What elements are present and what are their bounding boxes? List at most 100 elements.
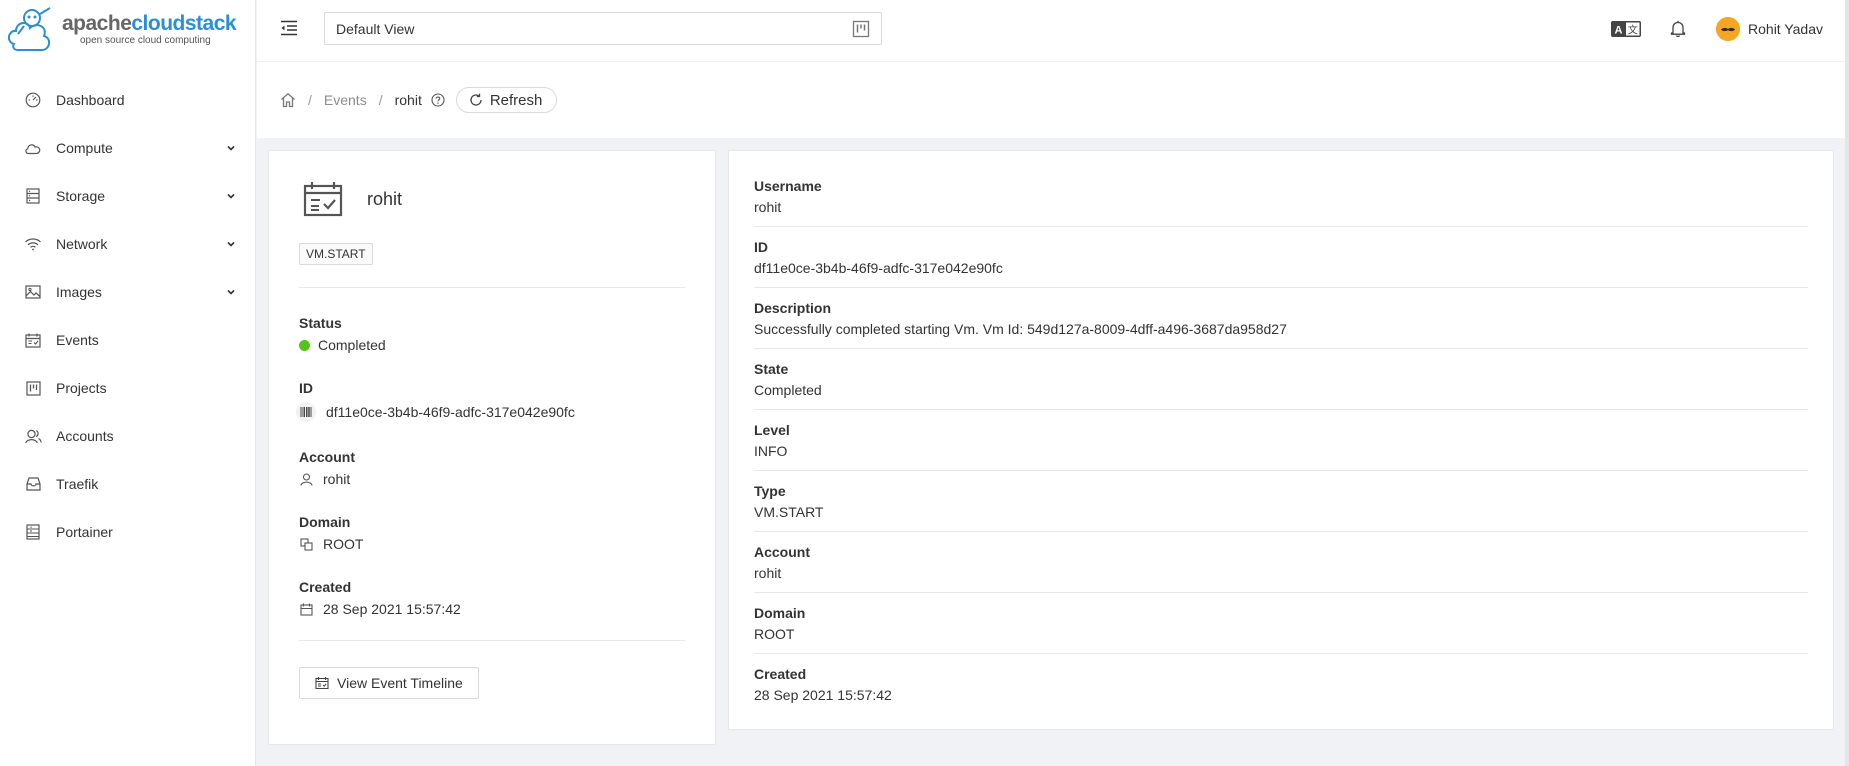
id-label: ID	[299, 380, 313, 396]
dashboard-icon	[24, 91, 42, 109]
status-field: Status Completed	[299, 315, 685, 353]
account-value[interactable]: rohit	[323, 471, 350, 487]
view-event-timeline-button[interactable]: View Event Timeline	[299, 667, 479, 699]
detail-value: INFO	[754, 443, 788, 459]
team-icon	[24, 427, 42, 445]
breadcrumb-separator: /	[378, 92, 383, 108]
detail-value: ROOT	[754, 626, 795, 642]
sidebar-item-storage[interactable]: Storage	[0, 176, 255, 216]
sidebar-item-dashboard[interactable]: Dashboard	[0, 80, 255, 120]
detail-label: Username	[754, 178, 822, 194]
status-value: Completed	[318, 337, 386, 353]
detail-label: State	[754, 361, 789, 377]
schedule-icon	[24, 331, 42, 349]
header-actions: A文 Rohit Yadav	[1590, 0, 1823, 58]
divider	[299, 640, 685, 641]
database-icon	[24, 187, 42, 205]
question-circle-icon[interactable]	[431, 93, 445, 107]
picture-icon	[24, 283, 42, 301]
created-label: Created	[299, 579, 352, 595]
detail-label: Domain	[754, 605, 806, 621]
chevron-down-icon	[227, 193, 235, 199]
breadcrumb: / Events / rohit Refresh	[257, 62, 1845, 138]
avatar	[1716, 17, 1741, 41]
translate-button[interactable]: A文	[1610, 17, 1642, 41]
sidebar-item-images[interactable]: Images	[0, 272, 255, 312]
resource-header: rohit	[299, 181, 685, 217]
cloudstack-monkey-logo-icon	[8, 7, 51, 51]
user-menu[interactable]: Rohit Yadav	[1716, 17, 1823, 41]
project-view-select[interactable]: Default View	[324, 12, 882, 45]
resource-summary-card: rohit VM.START Status Completed ID df11e…	[268, 150, 716, 745]
status-label: Status	[299, 315, 342, 331]
refresh-button[interactable]: Refresh	[455, 87, 558, 113]
created-field: Created 28 Sep 2021 15:57:42	[299, 579, 685, 617]
schedule-icon	[315, 677, 329, 689]
inbox-icon	[24, 475, 42, 493]
sidebar-item-label: Accounts	[56, 428, 114, 444]
detail-value: Completed	[754, 382, 822, 398]
user-name: Rohit Yadav	[1748, 21, 1823, 37]
account-field: Account rohit	[299, 449, 685, 487]
domain-value[interactable]: ROOT	[323, 536, 363, 552]
project-icon	[24, 379, 42, 397]
sidebar-item-label: Traefik	[56, 476, 99, 492]
sidebar-item-label: Projects	[56, 380, 107, 396]
sidebar-item-label: Portainer	[56, 524, 113, 540]
sidebar-item-traefik[interactable]: Traefik	[0, 464, 255, 504]
sidebar-item-label: Images	[56, 284, 102, 300]
details-card: Username rohit ID df11e0ce-3b4b-46f9-adf…	[728, 150, 1834, 730]
sidebar-menu: Dashboard Compute Storage Network Images…	[0, 80, 255, 552]
sidebar-item-compute[interactable]: Compute	[0, 128, 255, 168]
calendar-icon	[299, 602, 313, 616]
detail-value: 28 Sep 2021 15:57:42	[754, 687, 892, 703]
detail-row-domain: Domain ROOT	[754, 603, 1808, 654]
bell-icon	[1670, 20, 1686, 38]
breadcrumb-events-link[interactable]: Events	[324, 92, 367, 108]
detail-row-level: Level INFO	[754, 420, 1808, 471]
logo[interactable]: apachecloudstack open source cloud compu…	[0, 0, 255, 60]
detail-row-description: Description Successfully completed start…	[754, 298, 1808, 349]
sidebar-item-network[interactable]: Network	[0, 224, 255, 264]
menu-fold-button[interactable]	[279, 18, 301, 40]
user-icon	[299, 472, 313, 486]
detail-row-account: Account rohit	[754, 542, 1808, 593]
project-view-value: Default View	[336, 20, 415, 37]
barcode-icon[interactable]	[296, 402, 316, 422]
container-icon	[24, 523, 42, 541]
event-type-tag: VM.START	[299, 243, 373, 265]
sidebar-item-label: Compute	[56, 140, 113, 156]
notifications-button[interactable]	[1662, 17, 1694, 41]
wifi-icon	[24, 235, 42, 253]
view-event-timeline-label: View Event Timeline	[337, 675, 463, 691]
created-value: 28 Sep 2021 15:57:42	[323, 601, 461, 617]
sidebar-item-label: Storage	[56, 188, 106, 204]
detail-value: Successfully completed starting Vm. Vm I…	[754, 321, 1287, 337]
detail-row-username: Username rohit	[754, 176, 1808, 227]
domain-field: Domain ROOT	[299, 514, 685, 552]
sidebar-item-events[interactable]: Events	[0, 320, 255, 360]
schedule-icon	[303, 182, 343, 217]
detail-value: rohit	[754, 565, 782, 581]
scrollbar[interactable]	[1845, 0, 1849, 766]
id-value: df11e0ce-3b4b-46f9-adfc-317e042e90fc	[326, 404, 575, 420]
breadcrumb-current: rohit	[394, 92, 422, 108]
chevron-down-icon	[227, 241, 235, 247]
detail-value: rohit	[754, 199, 782, 215]
divider	[299, 287, 685, 288]
translate-icon: A文	[1611, 21, 1642, 37]
detail-label: Description	[754, 300, 832, 316]
detail-label: ID	[754, 239, 768, 255]
chevron-down-icon	[227, 145, 235, 151]
sidebar-item-label: Network	[56, 236, 108, 252]
detail-row-created: Created 28 Sep 2021 15:57:42	[754, 664, 1808, 714]
sidebar-item-label: Events	[56, 332, 99, 348]
sidebar-item-accounts[interactable]: Accounts	[0, 416, 255, 456]
detail-label: Level	[754, 422, 790, 438]
detail-label: Type	[754, 483, 786, 499]
sidebar-item-portainer[interactable]: Portainer	[0, 512, 255, 552]
home-icon[interactable]	[280, 92, 296, 108]
domain-label: Domain	[299, 514, 351, 530]
sidebar-item-projects[interactable]: Projects	[0, 368, 255, 408]
brand-tagline: open source cloud computing	[80, 35, 211, 46]
